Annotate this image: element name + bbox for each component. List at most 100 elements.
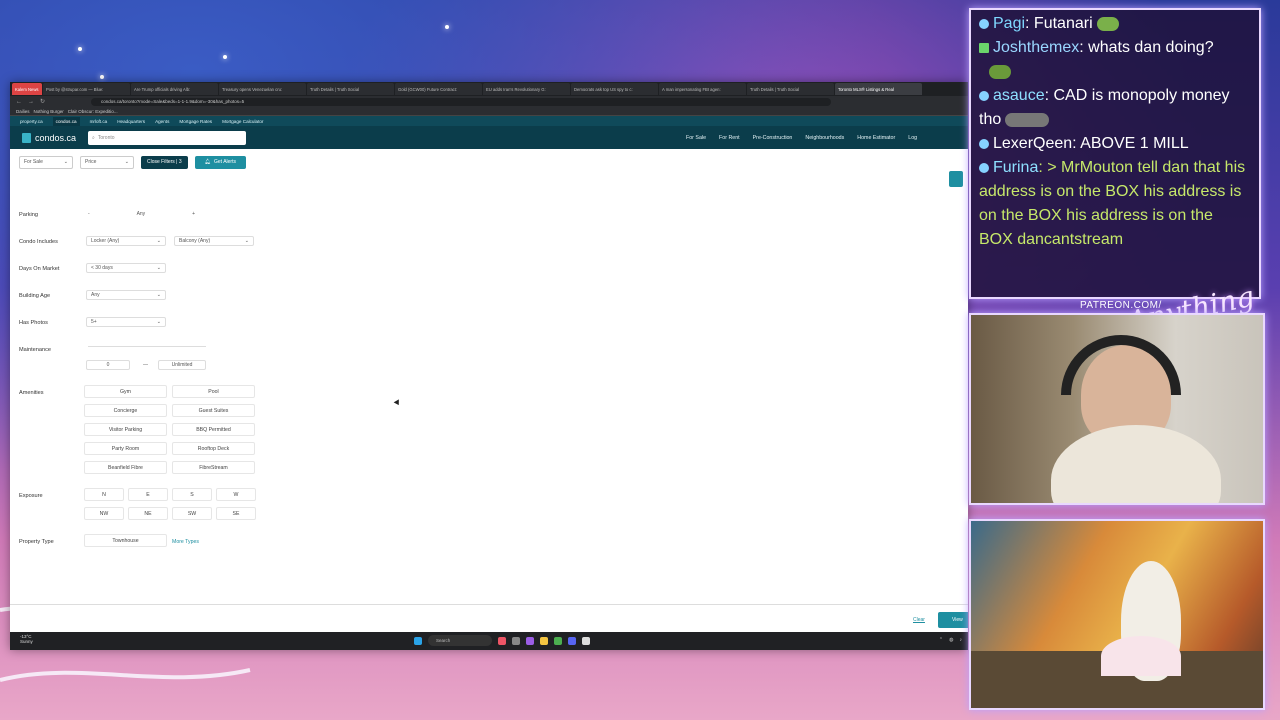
- close-filters-button[interactable]: Close Filters | 3: [141, 155, 188, 169]
- get-alerts-button[interactable]: 🔔︎ Get Alerts: [194, 155, 246, 169]
- exposure-sw[interactable]: SW: [172, 507, 212, 520]
- nav-home-estimator[interactable]: Home Estimator: [857, 135, 895, 141]
- app-icon[interactable]: [512, 636, 520, 645]
- tab[interactable]: EU adds Iran's Revolutionary G:: [483, 83, 570, 95]
- balcony-select[interactable]: Balcony (Any) ⌄: [174, 236, 254, 246]
- subnav-item[interactable]: Agents: [155, 119, 169, 124]
- badge-icon: [979, 90, 989, 101]
- building-age-select[interactable]: Any ⌄: [86, 290, 166, 300]
- amenity-party-room[interactable]: Party Room: [84, 442, 167, 455]
- exposure-n[interactable]: N: [84, 488, 124, 501]
- more-types-link[interactable]: More Types: [172, 539, 199, 545]
- reload-icon[interactable]: ↻: [40, 98, 45, 105]
- exposure-label: Exposure: [19, 493, 43, 499]
- chat-message: asauce: CAD is monopoly money tho: [979, 84, 1251, 132]
- parking-plus[interactable]: +: [192, 211, 195, 217]
- days-on-market-select[interactable]: < 30 days ⌄: [86, 263, 166, 273]
- exposure-e[interactable]: E: [128, 488, 168, 501]
- tab[interactable]: A man impersonating FBI agen:: [659, 83, 746, 95]
- taskbar-search[interactable]: Search: [428, 635, 492, 646]
- subnav-item[interactable]: mrloft.ca: [90, 119, 108, 124]
- discord-icon[interactable]: [568, 636, 576, 645]
- chat-text: : whats dan doing?: [1079, 39, 1214, 56]
- app-icon[interactable]: [554, 636, 562, 645]
- folder-icon[interactable]: [540, 636, 548, 645]
- sale-type-select[interactable]: For Sale ⌄: [19, 155, 73, 169]
- chevron-up-icon[interactable]: ⌃: [939, 637, 943, 643]
- taskbar-apps: Search: [414, 635, 590, 646]
- building-age-value: Any: [91, 292, 100, 298]
- property-type-townhouse[interactable]: Townhouse: [84, 534, 167, 547]
- chrome-icon[interactable]: [582, 636, 590, 645]
- subnav-item[interactable]: Headquarters: [117, 119, 145, 124]
- tab[interactable]: Gold (GCW00) Future Contract:: [395, 83, 482, 95]
- chat-text: : ABOVE 1 MILL: [1072, 135, 1189, 152]
- amenity-guest-suites[interactable]: Guest Suites: [172, 404, 255, 417]
- nav-for-sale[interactable]: For Sale: [686, 135, 706, 141]
- url-input[interactable]: condos.ca/toronto?mode=Sale&beds=1-1-1.9…: [91, 97, 832, 106]
- nav-pre-construction[interactable]: Pre-Construction: [753, 135, 793, 141]
- subnav-item[interactable]: Mortgage Rates: [179, 119, 212, 124]
- bookmark[interactable]: Clair Obscur: Expeditio...: [68, 109, 118, 114]
- exposure-ne[interactable]: NE: [128, 507, 168, 520]
- network-icon[interactable]: ◍: [949, 637, 953, 643]
- forward-icon[interactable]: →: [28, 99, 34, 105]
- amenity-gym[interactable]: Gym: [84, 385, 167, 398]
- exposure-nw[interactable]: NW: [84, 507, 124, 520]
- tab[interactable]: Are Trump officials driving Alb:: [131, 83, 218, 95]
- browser-window: Kalem News Post by @strupar.com — Blue: …: [10, 82, 968, 650]
- amenity-bbq-permitted[interactable]: BBQ Permitted: [172, 423, 255, 436]
- subnav-item-active[interactable]: condos.ca: [52, 116, 80, 126]
- subnav-item[interactable]: Mortgage Calculator: [222, 119, 263, 124]
- exposure-se[interactable]: SE: [216, 507, 256, 520]
- clear-button[interactable]: Clear: [913, 617, 925, 623]
- bookmark[interactable]: Dailies: [16, 109, 30, 114]
- nav-login[interactable]: Log: [908, 135, 917, 141]
- amenity-visitor-parking[interactable]: Visitor Parking: [84, 423, 167, 436]
- has-photos-select[interactable]: 5+ ⌄: [86, 317, 166, 327]
- site-logo[interactable]: condos.ca: [22, 132, 76, 143]
- app-icon[interactable]: [498, 636, 506, 645]
- exposure-s[interactable]: S: [172, 488, 212, 501]
- maintenance-max-input[interactable]: Unlimited: [158, 360, 206, 370]
- tab-active[interactable]: Toronto MLS® Listings & Real: [835, 83, 922, 95]
- tab[interactable]: Post by @strupar.com — Blue:: [43, 83, 130, 95]
- condo-includes-label: Condo Includes: [19, 239, 58, 245]
- locker-select[interactable]: Locker (Any) ⌄: [86, 236, 166, 246]
- top-nav: For Sale For Rent Pre-Construction Neigh…: [686, 126, 917, 149]
- amenity-concierge[interactable]: Concierge: [84, 404, 167, 417]
- nav-for-rent[interactable]: For Rent: [719, 135, 740, 141]
- speaker-icon[interactable]: ♪: [960, 637, 963, 643]
- amenity-rooftop-deck[interactable]: Rooftop Deck: [172, 442, 255, 455]
- maintenance-min-input[interactable]: 0: [86, 360, 130, 370]
- building-icon: [22, 132, 31, 143]
- back-icon[interactable]: ←: [16, 99, 22, 105]
- tab[interactable]: Truth Details | Truth Social: [307, 83, 394, 95]
- property-type-label: Property Type: [19, 539, 54, 545]
- amenity-pool[interactable]: Pool: [172, 385, 255, 398]
- price-select[interactable]: Price ⌄: [80, 155, 134, 169]
- nav-neighbourhoods[interactable]: Neighbourhoods: [805, 135, 844, 141]
- tab[interactable]: Truth Details | Truth Social: [747, 83, 834, 95]
- tab[interactable]: Kalem News: [12, 83, 42, 95]
- search-input[interactable]: ⌕ Toronto: [88, 130, 247, 145]
- amenity-fibrestream[interactable]: FibreStream: [172, 461, 255, 474]
- tab[interactable]: Democrats ask top US spy to c:: [571, 83, 658, 95]
- view-button[interactable]: View: [938, 612, 968, 628]
- stream-chat: Pagi: Futanari Joshthemex: whats dan doi…: [969, 8, 1261, 299]
- webcam-streamer: [969, 313, 1265, 505]
- bookmark[interactable]: Nothing Burger: [34, 109, 64, 114]
- tab[interactable]: Treasury opens Venezuelan cru:: [219, 83, 306, 95]
- exposure-w[interactable]: W: [216, 488, 256, 501]
- subnav-item[interactable]: property.ca: [20, 119, 43, 124]
- app-icon[interactable]: [526, 636, 534, 645]
- chat-message: Furina: > MrMouton tell dan that his add…: [979, 156, 1251, 252]
- star: [78, 47, 82, 51]
- windows-start-icon[interactable]: [414, 636, 422, 645]
- amenity-beanfield-fibre[interactable]: Beanfield Fibre: [84, 461, 167, 474]
- parking-minus[interactable]: -: [88, 211, 90, 217]
- weather-widget[interactable]: -13°C Sunny: [20, 634, 33, 644]
- map-toggle-button[interactable]: [949, 171, 963, 187]
- parking-stepper[interactable]: - Any +: [84, 209, 199, 219]
- maintenance-slider[interactable]: [88, 346, 206, 347]
